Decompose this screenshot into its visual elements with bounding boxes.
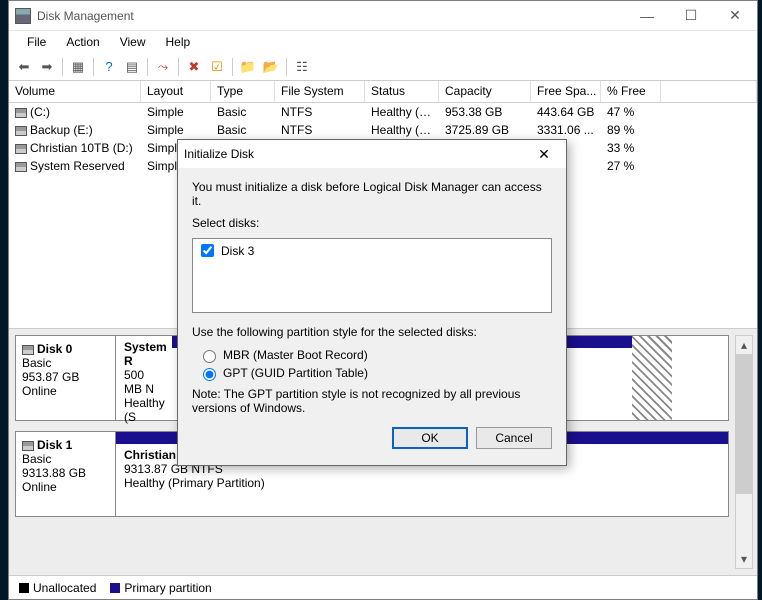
menu-action[interactable]: Action [56, 33, 109, 51]
cancel-button[interactable]: Cancel [476, 427, 552, 449]
menu-help[interactable]: Help [156, 33, 201, 51]
col-filesystem[interactable]: File System [275, 81, 365, 102]
window-title: Disk Management [37, 9, 625, 23]
table-row[interactable]: (C:)SimpleBasicNTFSHealthy (B...953.38 G… [9, 103, 757, 121]
legend-primary: Primary partition [110, 581, 211, 595]
disk-select-list[interactable]: Disk 3 [192, 238, 552, 313]
select-disks-label: Select disks: [192, 216, 552, 230]
legend-unallocated: Unallocated [19, 581, 96, 595]
dialog-close-button[interactable]: ✕ [528, 142, 560, 166]
maximize-button[interactable]: ☐ [669, 2, 713, 30]
help-icon[interactable]: ? [98, 56, 120, 78]
col-type[interactable]: Type [211, 81, 275, 102]
forward-icon[interactable]: ➡ [36, 56, 58, 78]
scroll-up-icon[interactable]: ▴ [736, 336, 752, 354]
menu-file[interactable]: File [17, 33, 56, 51]
initialize-disk-dialog: Initialize Disk ✕ You must initialize a … [177, 139, 567, 466]
disk-option[interactable]: Disk 3 [197, 241, 547, 260]
col-free[interactable]: Free Spa... [531, 81, 601, 102]
folder-icon[interactable]: 📂 [260, 56, 282, 78]
gpt-note: Note: The GPT partition style is not rec… [192, 387, 552, 415]
show-grid-icon[interactable]: ▦ [67, 56, 89, 78]
properties-icon[interactable]: ▤ [121, 56, 143, 78]
menubar: File Action View Help [9, 31, 757, 53]
options-icon[interactable]: ☷ [291, 56, 313, 78]
dialog-titlebar: Initialize Disk ✕ [178, 140, 566, 168]
gpt-option[interactable]: GPT (GUID Partition Table) [198, 365, 552, 381]
folder-up-icon[interactable]: 📁 [237, 56, 259, 78]
table-row[interactable]: Backup (E:)SimpleBasicNTFSHealthy (P...3… [9, 121, 757, 139]
menu-view[interactable]: View [110, 33, 156, 51]
app-icon [15, 8, 31, 24]
toolbar: ⬅ ➡ ▦ ? ▤ ⤳ ✖ ☑ 📁 📂 ☷ [9, 53, 757, 81]
minimize-button[interactable]: — [625, 2, 669, 30]
dialog-message: You must initialize a disk before Logica… [192, 180, 552, 208]
delete-icon[interactable]: ✖ [183, 56, 205, 78]
titlebar: Disk Management — ☐ ✕ [9, 1, 757, 31]
col-volume[interactable]: Volume [9, 81, 141, 102]
col-layout[interactable]: Layout [141, 81, 211, 102]
close-button[interactable]: ✕ [713, 2, 757, 30]
col-status[interactable]: Status [365, 81, 439, 102]
gpt-radio[interactable] [203, 368, 216, 381]
scroll-thumb[interactable] [736, 354, 752, 494]
mbr-option[interactable]: MBR (Master Boot Record) [198, 347, 552, 363]
col-capacity[interactable]: Capacity [439, 81, 531, 102]
partition-style-label: Use the following partition style for th… [192, 325, 552, 339]
disk-checkbox[interactable] [201, 244, 214, 257]
col-extra[interactable] [661, 81, 757, 102]
col-pct[interactable]: % Free [601, 81, 661, 102]
dialog-title: Initialize Disk [184, 147, 528, 161]
back-icon[interactable]: ⬅ [13, 56, 35, 78]
ok-button[interactable]: OK [392, 427, 468, 449]
legend: Unallocated Primary partition [9, 575, 757, 599]
check-icon[interactable]: ☑ [206, 56, 228, 78]
scrollbar[interactable]: ▴ ▾ [735, 335, 753, 569]
grid-header: Volume Layout Type File System Status Ca… [9, 81, 757, 103]
refresh-icon[interactable]: ⤳ [152, 56, 174, 78]
mbr-radio[interactable] [203, 350, 216, 363]
scroll-down-icon[interactable]: ▾ [736, 550, 752, 568]
